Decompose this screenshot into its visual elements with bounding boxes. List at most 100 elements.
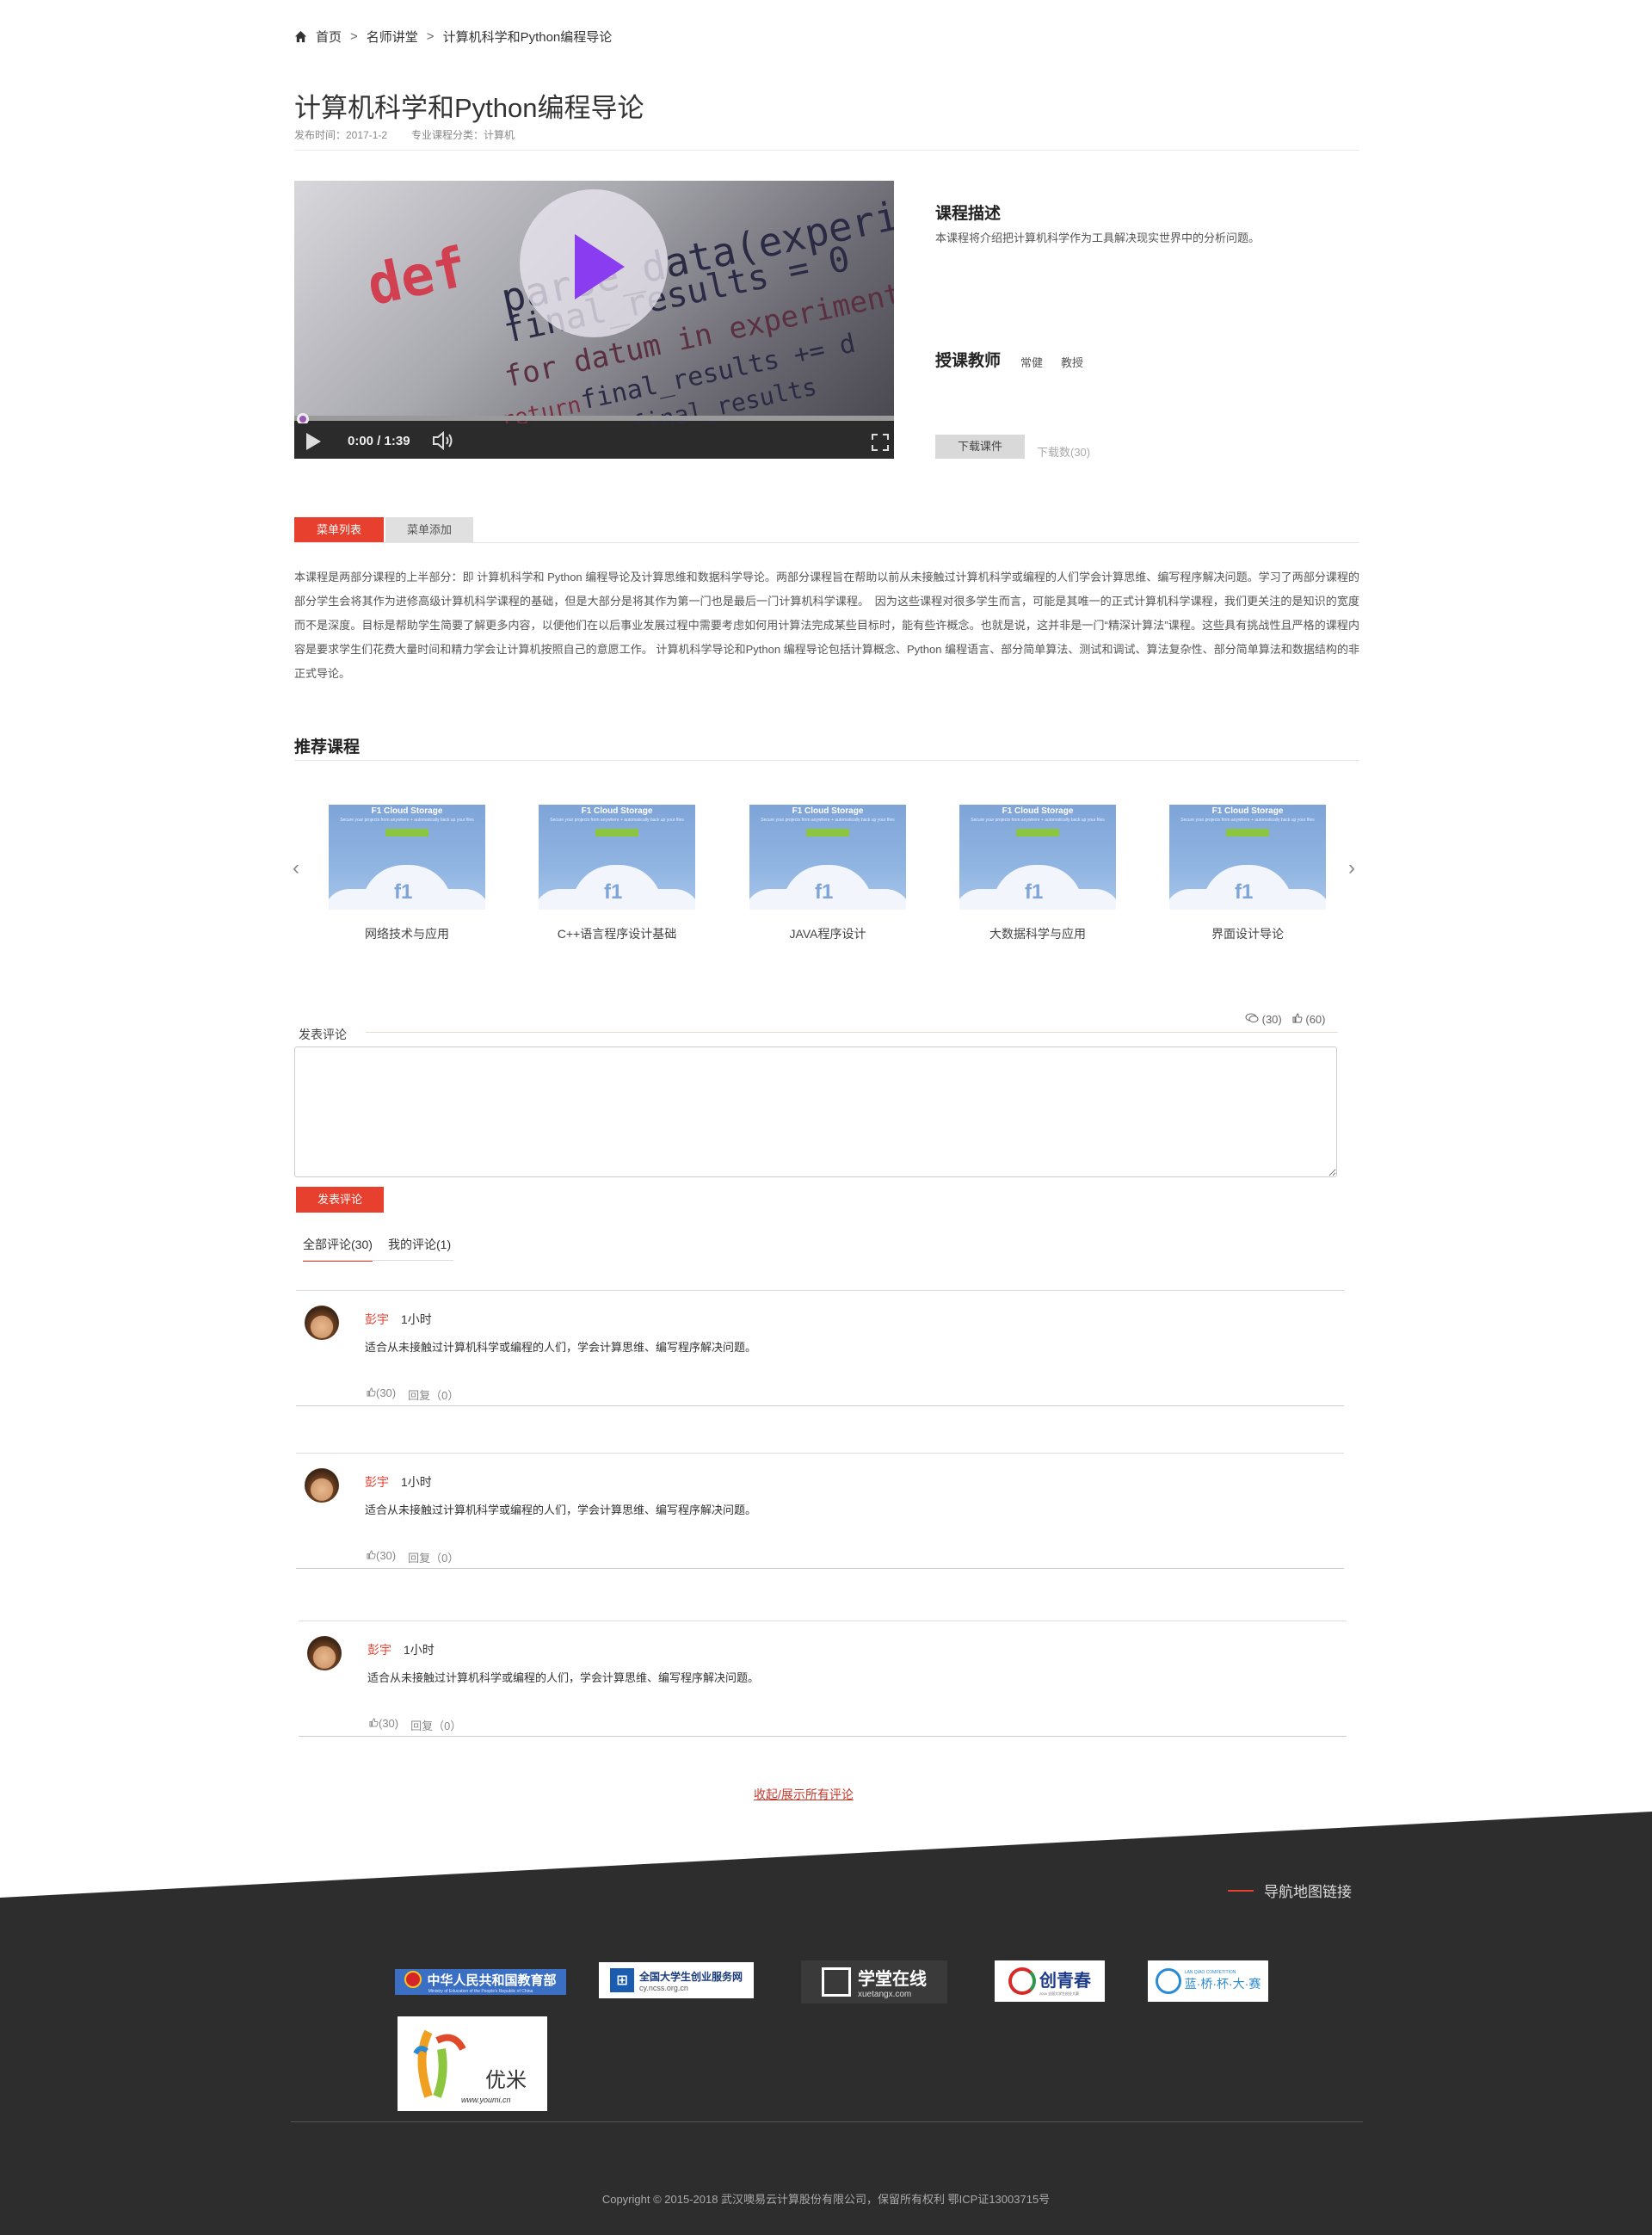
comment-like-count: (30): [376, 1386, 397, 1399]
lanqiao-logo[interactable]: LAN QIAO COMPETITION 蓝·桥·杯·大·赛: [1148, 1960, 1268, 2002]
comment-like-count: (30): [376, 1549, 397, 1562]
breadcrumb-home[interactable]: 首页: [316, 28, 342, 46]
tab-all-comments[interactable]: 全部评论(30): [303, 1236, 373, 1262]
course-thumbnail[interactable]: F1 Cloud Storage Secure your projects fro…: [749, 805, 906, 910]
course-thumbnail[interactable]: F1 Cloud Storage Secure your projects fro…: [539, 805, 695, 910]
nav-map-link[interactable]: 导航地图链接: [1228, 1880, 1352, 1901]
course-card[interactable]: F1 Cloud Storage Secure your projects fro…: [959, 805, 1116, 942]
avatar[interactable]: [305, 1306, 339, 1340]
course-desc-title: 课程描述: [935, 205, 1002, 223]
cqc-logo[interactable]: 创青春 2016 全国大学生创业大赛: [995, 1960, 1105, 2002]
tab-menu-add[interactable]: 菜单添加: [385, 517, 473, 542]
video-code-text: def: [361, 235, 473, 319]
avatar[interactable]: [305, 1468, 339, 1503]
comment-count[interactable]: (30): [1245, 1013, 1282, 1026]
comment-stats: (30) (60): [1245, 1013, 1326, 1026]
comment-like[interactable]: (30): [367, 1549, 396, 1565]
comment-like[interactable]: (30): [369, 1717, 398, 1733]
carousel-next-icon[interactable]: ›: [1348, 856, 1355, 880]
thumb-subtitle: Secure your projects from anywhere + aut…: [550, 818, 684, 823]
fullscreen-icon[interactable]: [872, 434, 889, 451]
footer: [0, 1812, 1652, 2235]
xuetang-logo-text: 学堂在线: [858, 1970, 927, 1989]
comment-user[interactable]: 彭宇: [365, 1473, 389, 1491]
youmi-logo-sub: www.youmi.cn: [461, 2096, 511, 2104]
download-button[interactable]: 下载课件: [935, 435, 1025, 459]
course-name[interactable]: C++语言程序设计基础: [539, 925, 695, 942]
thumb-title: F1 Cloud Storage: [1211, 806, 1284, 816]
comment-actions: (30) 回复（0）: [367, 1549, 459, 1565]
ncss-logo-sub: cy.ncss.org.cn: [638, 1983, 688, 1992]
play-icon[interactable]: [306, 433, 321, 450]
post-comment-button[interactable]: 发表评论: [296, 1187, 384, 1213]
course-name[interactable]: JAVA程序设计: [749, 925, 906, 942]
breadcrumb-teachers[interactable]: 名师讲堂: [367, 28, 418, 46]
lanqiao-icon: [1155, 1968, 1181, 1994]
youmi-logo[interactable]: 优米 www.youmi.cn: [398, 2016, 547, 2111]
xuetang-icon: [822, 1967, 851, 1997]
comment-reply[interactable]: 回复（0）: [408, 1386, 459, 1403]
comment-like-count: (30): [379, 1717, 399, 1730]
thumb-button: [806, 829, 849, 837]
comment-reply[interactable]: 回复（0）: [410, 1717, 461, 1733]
divider: [296, 1405, 1344, 1406]
divider: [296, 1453, 1344, 1454]
tab-menu-list[interactable]: 菜单列表: [294, 517, 384, 542]
lanqiao-logo-text: 蓝·桥·杯·大·赛: [1184, 1977, 1261, 1991]
divider: [299, 1736, 1347, 1737]
thumbs-up-icon: [1292, 1013, 1303, 1023]
comment-text: 适合从未接触过计算机科学或编程的人们，学会计算思维、编写程序解决问题。: [365, 1341, 757, 1354]
thumb-logo: f1: [604, 880, 623, 904]
comment-user[interactable]: 彭宇: [365, 1311, 389, 1328]
like-count[interactable]: (60): [1292, 1013, 1326, 1026]
home-icon[interactable]: [294, 30, 307, 43]
moe-logo[interactable]: 中华人民共和国教育部 Ministry of Education of the …: [395, 1969, 566, 1995]
divider: [294, 542, 1359, 543]
video-progress-bar[interactable]: [294, 416, 894, 421]
course-thumbnail[interactable]: F1 Cloud Storage Secure your projects fro…: [959, 805, 1116, 910]
breadcrumb-current: 计算机科学和Python编程导论: [442, 30, 613, 45]
course-card[interactable]: F1 Cloud Storage Secure your projects fro…: [539, 805, 695, 942]
course-card[interactable]: F1 Cloud Storage Secure your projects fro…: [329, 805, 485, 942]
video-player[interactable]: def parse_data(experiment final_results …: [294, 181, 894, 459]
carousel-prev-icon[interactable]: ‹: [293, 856, 299, 880]
comment-user[interactable]: 彭宇: [367, 1641, 391, 1658]
course-name[interactable]: 网络技术与应用: [329, 925, 485, 942]
course-card[interactable]: F1 Cloud Storage Secure your projects fro…: [1169, 805, 1326, 942]
course-name[interactable]: 大数据科学与应用: [959, 925, 1116, 942]
thumb-subtitle: Secure your projects from anywhere + aut…: [971, 818, 1105, 823]
ncss-logo[interactable]: ⊞ 全国大学生创业服务网 cy.ncss.org.cn: [599, 1962, 754, 1998]
teacher-rank: 教授: [1061, 356, 1084, 369]
thumb-button: [1226, 829, 1269, 837]
comment-time: 1小时: [401, 1475, 432, 1489]
volume-icon[interactable]: [432, 430, 454, 451]
thumbs-up-icon: [367, 1550, 376, 1559]
divider: [303, 1260, 453, 1261]
page-title: 计算机科学和Python编程导论: [294, 93, 644, 123]
video-frame[interactable]: def parse_data(experiment final_results …: [294, 181, 894, 439]
cqc-icon: [1008, 1967, 1036, 1995]
thumb-title: F1 Cloud Storage: [1002, 806, 1074, 816]
xuetang-logo[interactable]: 学堂在线 xuetangx.com: [801, 1960, 947, 2003]
tab-my-comments[interactable]: 我的评论(1): [388, 1236, 451, 1260]
course-thumbnail[interactable]: F1 Cloud Storage Secure your projects fro…: [329, 805, 485, 910]
course-thumbnail[interactable]: F1 Cloud Storage Secure your projects fro…: [1169, 805, 1326, 910]
avatar[interactable]: [307, 1636, 342, 1670]
divider: [296, 1290, 1344, 1291]
thumb-subtitle: Secure your projects from anywhere + aut…: [761, 818, 895, 823]
thumb-subtitle: Secure your projects from anywhere + aut…: [1180, 818, 1315, 823]
play-button[interactable]: [520, 189, 668, 337]
thumbs-up-icon: [369, 1718, 379, 1727]
breadcrumb-separator: >: [350, 29, 358, 44]
thumb-logo: f1: [394, 880, 413, 904]
comment-text: 适合从未接触过计算机科学或编程的人们，学会计算思维、编写程序解决问题。: [365, 1503, 757, 1516]
comment-input[interactable]: [294, 1046, 1337, 1177]
course-name[interactable]: 界面设计导论: [1169, 925, 1326, 942]
comment-like[interactable]: (30): [367, 1386, 396, 1403]
comment-actions: (30) 回复（0）: [369, 1717, 461, 1733]
toggle-all-comments-link[interactable]: 收起/展示所有评论: [754, 1786, 854, 1803]
course-card[interactable]: F1 Cloud Storage Secure your projects fro…: [749, 805, 906, 942]
comment-count-value: (30): [1261, 1013, 1282, 1026]
comment-reply[interactable]: 回复（0）: [408, 1549, 459, 1565]
youmi-icon: [413, 2029, 466, 2098]
